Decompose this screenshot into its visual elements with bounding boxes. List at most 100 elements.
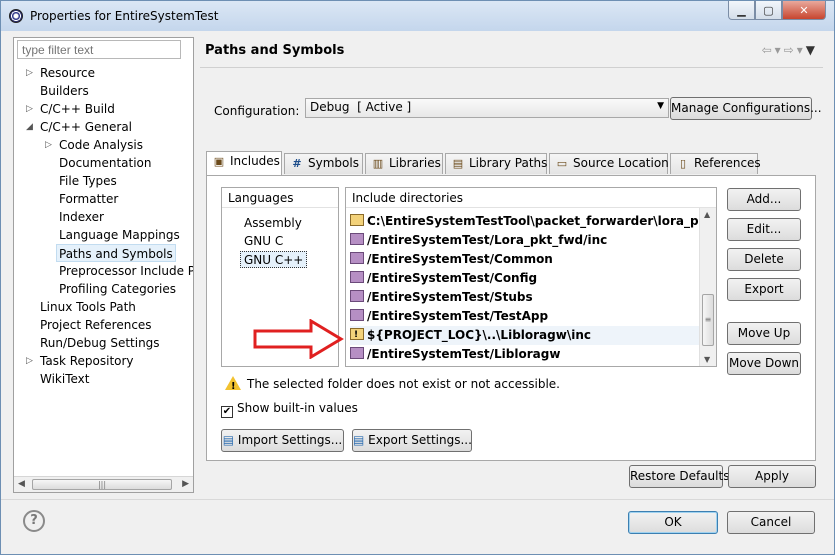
tree-item[interactable]: Documentation bbox=[59, 154, 152, 172]
minimize-button[interactable]: ▁ bbox=[728, 1, 755, 20]
include-directory-row[interactable]: /EntireSystemTest/Libloragw bbox=[350, 345, 700, 364]
tab-includes[interactable]: ▣ Includes bbox=[206, 151, 282, 175]
tree-item[interactable]: Preprocessor Include Pa bbox=[59, 262, 193, 280]
filter-input[interactable] bbox=[17, 40, 181, 59]
include-directory-row[interactable]: ${PROJECT_LOC}\..\Libloragw\inc bbox=[350, 326, 700, 345]
language-item[interactable]: Assembly bbox=[244, 215, 302, 232]
include-directories-header: Include directories bbox=[346, 188, 716, 208]
tab-symbols[interactable]: # Symbols bbox=[284, 153, 363, 174]
scroll-thumb[interactable]: ||| bbox=[32, 479, 172, 490]
include-directory-row[interactable]: /EntireSystemTest/Config bbox=[350, 269, 700, 288]
tree-item[interactable]: File Types bbox=[59, 172, 117, 190]
forward-menu-icon[interactable]: ▾ bbox=[797, 43, 806, 57]
include-directory-row[interactable]: /EntireSystemTest/Stubs bbox=[350, 288, 700, 307]
expanded-triangle-icon[interactable]: ◢ bbox=[26, 122, 33, 132]
edit-button[interactable]: Edit... bbox=[727, 218, 801, 241]
source-folder-icon: ▭ bbox=[556, 157, 568, 170]
language-item[interactable]: GNU C bbox=[244, 233, 283, 250]
tree-item[interactable]: Project References bbox=[40, 316, 152, 334]
page-title: Paths and Symbols bbox=[205, 43, 345, 58]
include-path: /EntireSystemTest/Lora_pkt_fwd/inc bbox=[367, 233, 608, 247]
move-up-button[interactable]: Move Up bbox=[727, 322, 801, 345]
tree-item[interactable]: Linux Tools Path bbox=[40, 298, 136, 316]
include-directory-row[interactable]: C:\EntireSystemTestTool\packet_forwarder… bbox=[350, 212, 700, 231]
tree-item[interactable]: Builders bbox=[40, 82, 89, 100]
tree-item[interactable]: Paths and Symbols bbox=[56, 244, 176, 262]
collapsed-triangle-icon[interactable]: ▷ bbox=[26, 68, 33, 78]
configuration-select[interactable]: Debug [ Active ] ▼ bbox=[305, 98, 669, 118]
scroll-down-icon[interactable]: ▼ bbox=[704, 355, 710, 364]
ok-button[interactable]: OK bbox=[628, 511, 718, 534]
window-title: Properties for EntireSystemTest bbox=[30, 9, 219, 23]
apply-button[interactable]: Apply bbox=[728, 465, 816, 488]
tree-item[interactable]: Resource bbox=[40, 64, 95, 82]
tree-item[interactable]: Language Mappings bbox=[59, 226, 180, 244]
tree-item[interactable]: C/C++ Build bbox=[40, 100, 115, 118]
collapsed-triangle-icon[interactable]: ▷ bbox=[45, 140, 52, 150]
cancel-button[interactable]: Cancel bbox=[727, 511, 815, 534]
scroll-left-icon[interactable]: ◀ bbox=[18, 479, 25, 489]
includes-icon: ▣ bbox=[213, 155, 225, 168]
languages-header: Languages bbox=[222, 188, 338, 208]
export-icon: ▤ bbox=[353, 433, 365, 447]
maximize-button[interactable]: ▢ bbox=[755, 1, 782, 20]
show-builtin-checkbox[interactable]: ✔ bbox=[221, 406, 233, 418]
configuration-value: Debug [ Active ] bbox=[310, 100, 412, 114]
tree-item[interactable]: C/C++ General bbox=[40, 118, 132, 136]
tree-item[interactable]: Task Repository bbox=[40, 352, 134, 370]
title-bar[interactable]: Properties for EntireSystemTest ▁ ▢ ✕ bbox=[1, 1, 834, 31]
include-path: /EntireSystemTest/Common bbox=[367, 252, 553, 266]
view-menu-icon[interactable]: ▼ bbox=[806, 43, 818, 57]
collapsed-triangle-icon[interactable]: ▷ bbox=[26, 356, 33, 366]
scroll-right-icon[interactable]: ▶ bbox=[182, 479, 189, 489]
delete-button[interactable]: Delete bbox=[727, 248, 801, 271]
tree-item[interactable]: Indexer bbox=[59, 208, 104, 226]
category-panel: Resource ▷ BuildersC/C++ Build ▷ C/C++ Gener… bbox=[13, 37, 194, 493]
annotation-arrow bbox=[253, 319, 344, 359]
include-directories-list[interactable]: Include directories C:\EntireSystemTestT… bbox=[345, 187, 717, 367]
tab-label: Libraries bbox=[389, 156, 441, 170]
hash-icon: # bbox=[292, 157, 302, 170]
tab-library-paths[interactable]: ▤ Library Paths bbox=[445, 153, 547, 174]
horizontal-scrollbar[interactable]: ◀ ||| ▶ bbox=[14, 476, 193, 492]
back-menu-icon[interactable]: ▾ bbox=[775, 43, 784, 57]
language-item[interactable]: GNU C++ bbox=[240, 251, 308, 268]
forward-icon[interactable]: ⇨ bbox=[784, 43, 797, 57]
tab-libraries[interactable]: ▥ Libraries bbox=[365, 153, 443, 174]
restore-defaults-button[interactable]: Restore Defaults bbox=[629, 465, 729, 488]
close-button[interactable]: ✕ bbox=[782, 1, 826, 20]
tab-label: References bbox=[694, 156, 761, 170]
export-button[interactable]: Export bbox=[727, 278, 801, 301]
import-settings-label: Import Settings... bbox=[237, 433, 343, 447]
collapsed-triangle-icon[interactable]: ▷ bbox=[26, 104, 33, 114]
warning-text: The selected folder does not exist or no… bbox=[247, 377, 560, 391]
tab-references[interactable]: ▯ References bbox=[670, 153, 761, 174]
tab-label: Symbols bbox=[308, 156, 359, 170]
show-builtin-row[interactable]: ✔ Show built-in values bbox=[221, 399, 358, 418]
tree-item[interactable]: Run/Debug Settings bbox=[40, 334, 160, 352]
move-down-button[interactable]: Move Down bbox=[727, 352, 801, 375]
include-directory-row[interactable]: /EntireSystemTest/Lora_pkt_fwd/inc bbox=[350, 231, 700, 250]
tree-item[interactable]: Formatter bbox=[59, 190, 118, 208]
include-directory-row[interactable]: /EntireSystemTest/Common bbox=[350, 250, 700, 269]
scroll-thumb[interactable]: ≡ bbox=[702, 294, 714, 346]
properties-dialog: Properties for EntireSystemTest ▁ ▢ ✕ Re… bbox=[0, 0, 835, 555]
includes-tab-content: Languages Assembly GNU C GNU C++ Include d… bbox=[206, 175, 816, 461]
include-path: /EntireSystemTest/Libloragw bbox=[367, 347, 561, 361]
import-settings-button[interactable]: ▤ Import Settings... bbox=[221, 429, 344, 452]
help-icon[interactable]: ? bbox=[23, 510, 45, 532]
add-button[interactable]: Add... bbox=[727, 188, 801, 211]
footer-divider bbox=[1, 499, 834, 500]
back-icon[interactable]: ⇦ bbox=[762, 43, 775, 57]
tree-item[interactable]: Profiling Categories bbox=[59, 280, 176, 298]
include-directory-row[interactable]: /EntireSystemTest/TestApp bbox=[350, 307, 700, 326]
import-icon: ▤ bbox=[222, 433, 235, 447]
export-settings-button[interactable]: ▤ Export Settings... bbox=[352, 429, 472, 452]
scroll-up-icon[interactable]: ▲ bbox=[704, 210, 710, 219]
tab-source-location[interactable]: ▭ Source Location bbox=[549, 153, 669, 174]
tree-item[interactable]: WikiText bbox=[40, 370, 90, 388]
tree-item[interactable]: Code Analysis bbox=[59, 136, 143, 154]
project-folder-icon bbox=[350, 290, 364, 302]
vertical-scrollbar[interactable]: ▲ ≡ ▼ bbox=[699, 208, 716, 366]
manage-configurations-button[interactable]: Manage Configurations... bbox=[670, 97, 822, 120]
